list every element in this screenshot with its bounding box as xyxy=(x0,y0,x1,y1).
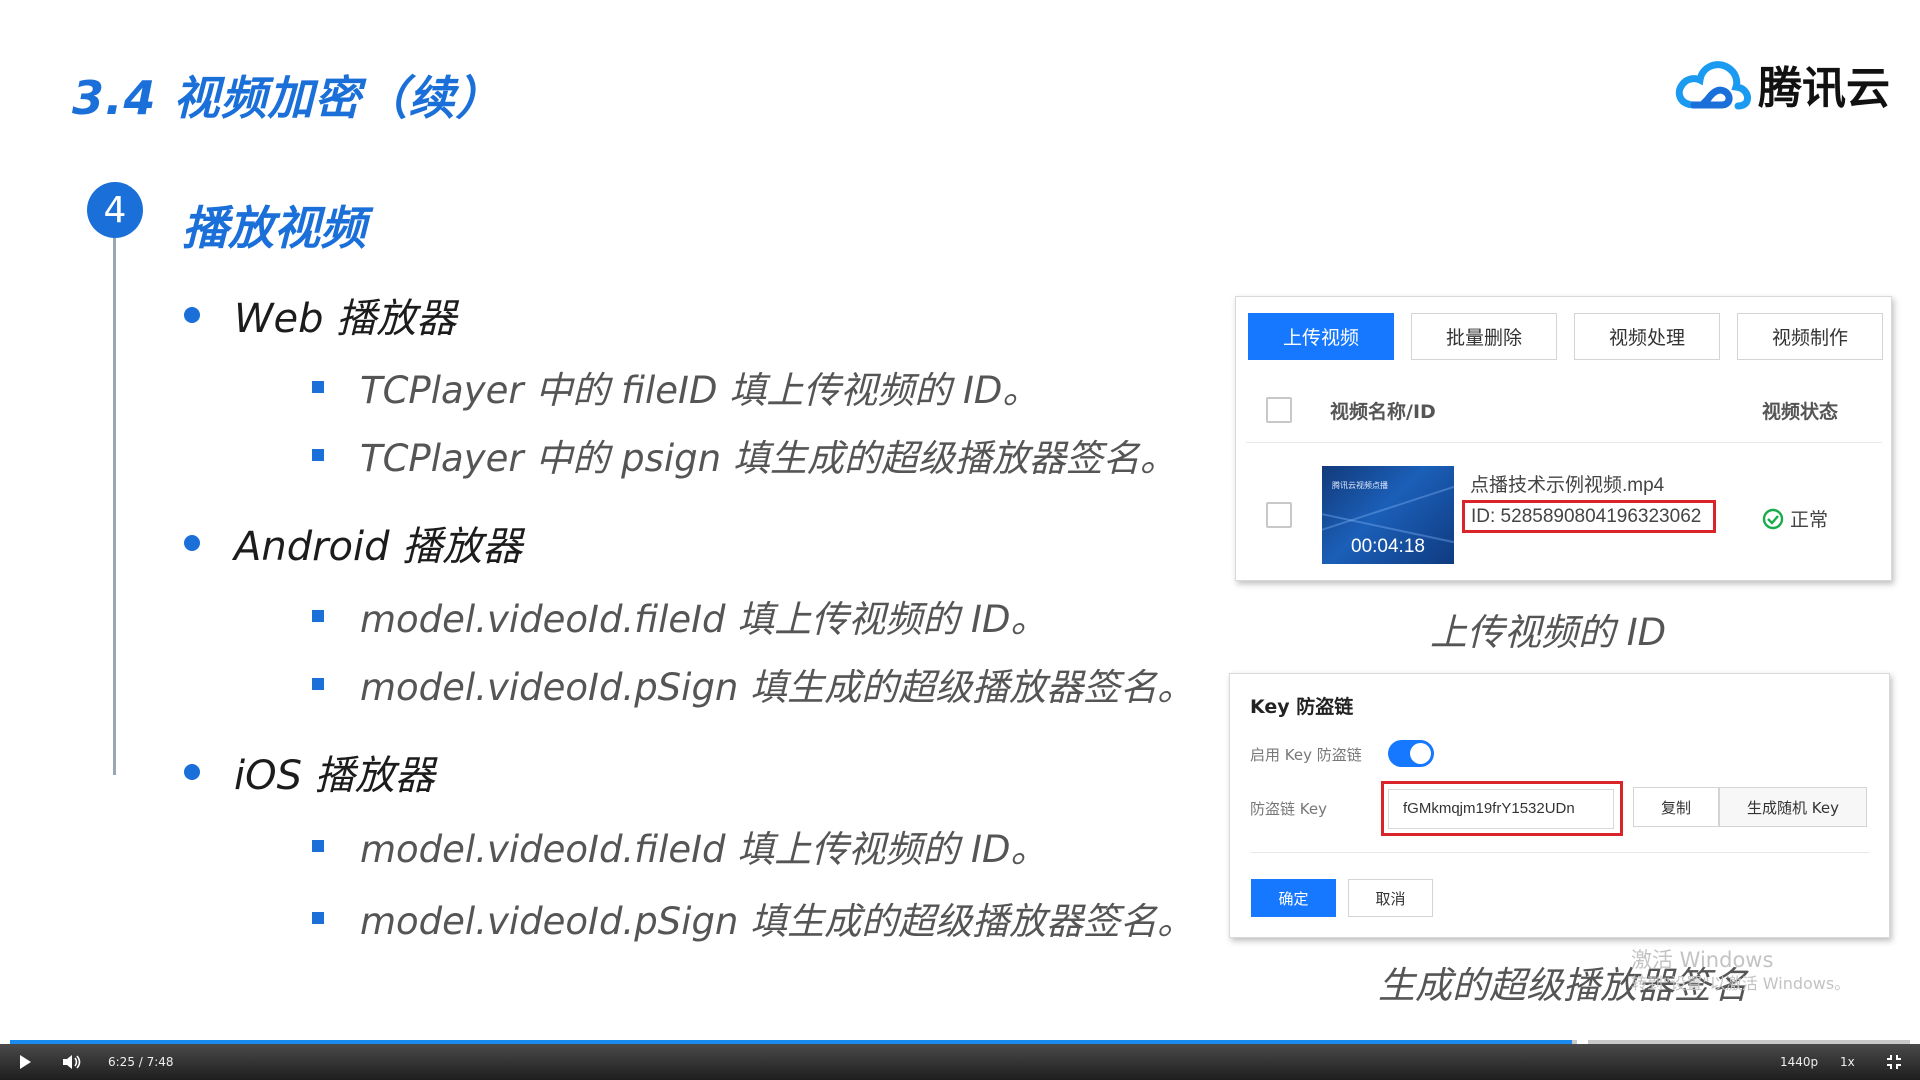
cloud-logo-icon xyxy=(1675,61,1752,110)
sub-item: model.videoId.fileId 填上传视频的 ID。 xyxy=(312,589,1047,643)
check-circle-icon xyxy=(1762,508,1784,529)
step-number-badge: 4 xyxy=(87,182,143,238)
volume-icon xyxy=(63,1055,81,1069)
square-bullet-icon xyxy=(312,678,324,690)
logo-text: 腾讯云 xyxy=(1758,63,1890,114)
square-bullet-icon xyxy=(312,449,324,461)
confirm-button[interactable]: 确定 xyxy=(1251,879,1336,917)
anti-leech-key-input[interactable]: fGMkmqjm19frY1532UDn xyxy=(1388,788,1614,829)
status-text: 正常 xyxy=(1790,509,1829,531)
video-thumbnail[interactable]: 腾讯云视频点播 00:04:18 xyxy=(1322,466,1454,564)
quality-button[interactable]: 1440p xyxy=(1780,1044,1818,1080)
sub-item-text: model.videoId.pSign 填生成的超级播放器签名。 xyxy=(360,900,1195,943)
sub-item-text: model.videoId.fileId 填上传视频的 ID。 xyxy=(360,828,1048,871)
upload-video-panel: 上传视频 批量删除 视频处理 视频制作 视频名称/ID 视频状态 腾讯云视频点播… xyxy=(1235,296,1892,581)
table-header: 视频名称/ID 视频状态 xyxy=(1246,377,1882,443)
enable-key-label: 启用 Key 防盗链 xyxy=(1250,746,1362,764)
batch-delete-button[interactable]: 批量删除 xyxy=(1411,313,1557,360)
bullet-dot-icon xyxy=(184,764,200,780)
square-bullet-icon xyxy=(312,381,324,393)
square-bullet-icon xyxy=(312,840,324,852)
activation-watermark-text: 转到"设置"以激活 Windows。 xyxy=(1631,974,1851,993)
volume-button[interactable] xyxy=(62,1044,82,1080)
slide-title: 3.4 视频加密（续） xyxy=(72,71,503,125)
bullet-dot-icon xyxy=(184,535,200,551)
exit-fullscreen-icon xyxy=(1887,1055,1901,1069)
key-highlight-box: fGMkmqjm19frY1532UDn xyxy=(1381,781,1623,836)
enable-key-toggle[interactable] xyxy=(1388,740,1434,767)
upload-video-button[interactable]: 上传视频 xyxy=(1248,313,1394,360)
sub-item: model.videoId.pSign 填生成的超级播放器签名。 xyxy=(312,657,1194,711)
video-file-name: 点播技术示例视频.mp4 xyxy=(1470,475,1665,496)
time-display: 6:25 / 7:48 xyxy=(108,1055,174,1069)
step-timeline-line xyxy=(113,238,116,775)
sub-item: model.videoId.pSign 填生成的超级播放器签名。 xyxy=(312,891,1194,945)
sub-item-text: model.videoId.fileId 填上传视频的 ID。 xyxy=(360,598,1048,641)
video-control-bar: 6:25 / 7:48 1440p 1x xyxy=(0,1044,1920,1080)
upload-id-caption: 上传视频的 ID xyxy=(1430,611,1667,654)
bullet-dot-icon xyxy=(184,307,200,323)
bullet-label: Web 播放器 xyxy=(234,296,457,342)
bullet-ios-player: iOS 播放器 xyxy=(184,743,435,801)
toggle-knob xyxy=(1410,743,1431,764)
sub-item: TCPlayer 中的 psign 填生成的超级播放器签名。 xyxy=(312,428,1177,482)
play-icon xyxy=(20,1055,31,1069)
thumbnail-caption: 腾讯云视频点播 xyxy=(1332,481,1388,490)
key-anti-leech-panel: Key 防盗链 启用 Key 防盗链 防盗链 Key fGMkmqjm19frY… xyxy=(1229,673,1890,938)
bullet-label: Android 播放器 xyxy=(234,524,523,570)
panel-title: Key 防盗链 xyxy=(1250,696,1354,718)
bullet-web-player: Web 播放器 xyxy=(184,286,456,344)
copy-button[interactable]: 复制 xyxy=(1633,787,1719,827)
square-bullet-icon xyxy=(312,912,324,924)
key-field-label: 防盗链 Key xyxy=(1250,800,1327,818)
square-bullet-icon xyxy=(312,610,324,622)
tencent-cloud-logo: 腾讯云 xyxy=(1672,52,1890,116)
speed-button[interactable]: 1x xyxy=(1840,1044,1855,1080)
sub-item-text: TCPlayer 中的 psign 填生成的超级播放器签名。 xyxy=(360,437,1177,480)
sub-item: TCPlayer 中的 fileID 填上传视频的 ID。 xyxy=(312,360,1039,414)
bullet-label: iOS 播放器 xyxy=(234,753,435,799)
generate-random-key-button[interactable]: 生成随机 Key xyxy=(1719,787,1867,827)
play-button[interactable] xyxy=(18,1044,32,1080)
video-duration: 00:04:18 xyxy=(1351,536,1425,557)
toolbar: 上传视频 批量删除 视频处理 视频制作 xyxy=(1248,313,1883,360)
bullet-android-player: Android 播放器 xyxy=(184,514,522,572)
video-status: 正常 xyxy=(1762,505,1828,532)
video-create-button[interactable]: 视频制作 xyxy=(1737,313,1883,360)
sub-item-text: TCPlayer 中的 fileID 填上传视频的 ID。 xyxy=(360,369,1040,412)
section-title: 播放视频 xyxy=(182,201,366,255)
column-header-status: 视频状态 xyxy=(1762,401,1839,423)
cancel-button[interactable]: 取消 xyxy=(1348,879,1433,917)
sub-item: model.videoId.fileId 填上传视频的 ID。 xyxy=(312,819,1047,873)
row-checkbox[interactable] xyxy=(1266,502,1292,528)
select-all-checkbox[interactable] xyxy=(1266,397,1292,423)
video-process-button[interactable]: 视频处理 xyxy=(1574,313,1720,360)
exit-fullscreen-button[interactable] xyxy=(1886,1044,1902,1080)
divider xyxy=(1250,852,1870,853)
sub-item-text: model.videoId.pSign 填生成的超级播放器签名。 xyxy=(360,666,1195,709)
column-header-name: 视频名称/ID xyxy=(1330,401,1436,423)
video-id-highlight: ID: 5285890804196323062 xyxy=(1462,500,1716,533)
